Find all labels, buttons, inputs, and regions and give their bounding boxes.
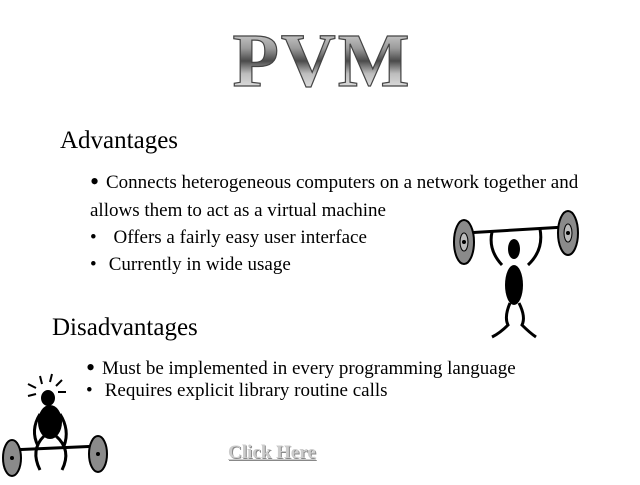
weightlifter-struggling-icon bbox=[0, 370, 110, 480]
page-title-graphic: PVM bbox=[232, 26, 411, 96]
disadvantage-item-2: • Requires explicit library routine call… bbox=[86, 379, 388, 404]
disadvantage-item-1-text: Must be implemented in every programming… bbox=[102, 358, 516, 379]
weightlifter-icon bbox=[440, 205, 590, 345]
bullet-icon: • bbox=[90, 227, 97, 248]
disadvantage-item-2-text: Requires explicit library routine calls bbox=[104, 380, 388, 401]
advantages-heading: Advantages bbox=[60, 127, 179, 154]
disadvantages-heading: Disadvantages bbox=[52, 314, 198, 341]
bullet-icon: • bbox=[90, 254, 97, 275]
advantage-item-2-text: Offers a fairly easy user interface bbox=[113, 227, 367, 248]
advantage-item-3: • Currently in wide usage bbox=[90, 253, 291, 278]
bullet-icon: • bbox=[90, 167, 100, 196]
click-here-link[interactable]: Click Here bbox=[228, 442, 316, 464]
advantage-item-2: • Offers a fairly easy user interface bbox=[90, 226, 367, 251]
advantage-item-3-text: Currently in wide usage bbox=[108, 254, 291, 275]
page-title: PVM bbox=[222, 26, 422, 96]
page-title-text: PVM bbox=[232, 26, 411, 96]
